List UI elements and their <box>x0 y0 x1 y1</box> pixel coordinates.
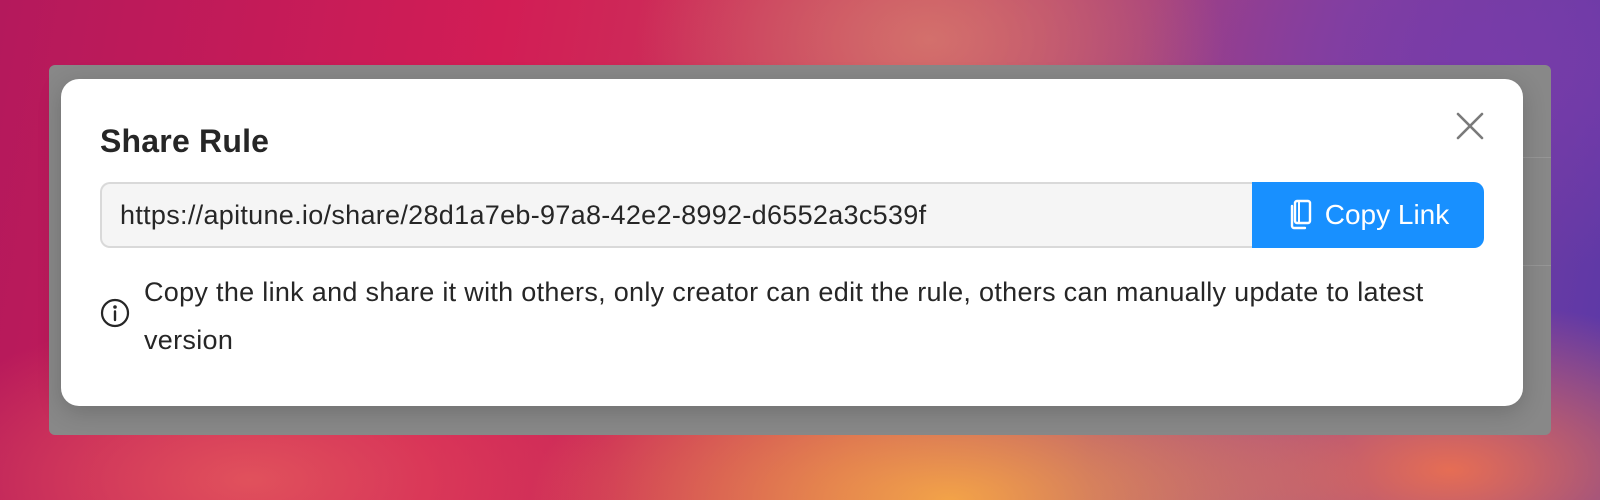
copy-link-button[interactable]: Copy Link <box>1252 182 1484 248</box>
close-button[interactable] <box>1453 109 1487 143</box>
share-rule-dialog: Share Rule Copy Link <box>61 79 1523 406</box>
share-url-input[interactable] <box>100 182 1252 248</box>
copy-link-label: Copy Link <box>1324 199 1450 230</box>
close-icon <box>1455 111 1485 141</box>
info-circle-icon <box>100 298 130 328</box>
info-text: Copy the link and share it with others, … <box>144 277 1424 355</box>
share-link-group: Copy Link <box>100 182 1484 248</box>
dialog-title: Share Rule <box>100 123 270 159</box>
info-note: Copy the link and share it with others, … <box>100 268 1490 364</box>
copy-icon <box>1287 199 1313 231</box>
